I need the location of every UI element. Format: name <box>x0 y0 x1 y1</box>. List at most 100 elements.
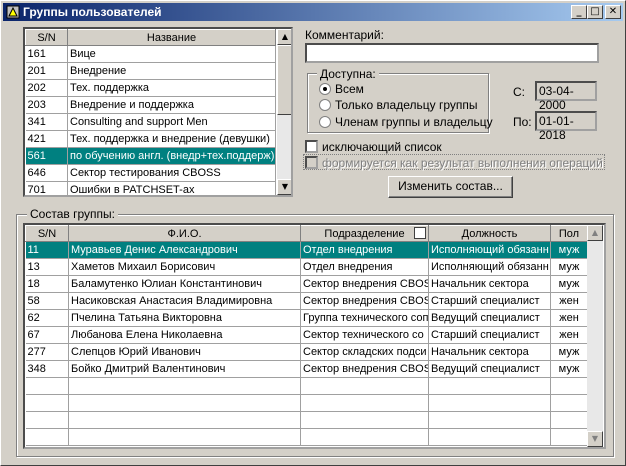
empty-cell <box>300 428 429 446</box>
column-header-dept[interactable]: Подразделение <box>300 225 429 242</box>
exclusive-checkbox[interactable] <box>305 140 318 153</box>
exclusive-label: исключающий список <box>322 140 442 154</box>
title-bar[interactable]: Группы пользователей _ □ ✕ <box>3 3 623 21</box>
cell-name: Тех. поддержка <box>67 79 276 97</box>
cell-name: Любанова Елена Николаевна <box>68 326 301 344</box>
date-to-field[interactable]: 01-01-2018 <box>535 111 597 142</box>
members-legend: Состав группы: <box>27 207 118 221</box>
column-header-position[interactable]: Должность <box>428 225 551 242</box>
radio-owner-label: Только владельцу группы <box>335 98 478 112</box>
table-row[interactable]: 18 Баламутенко Юлиан Константинович Сектор… <box>25 275 588 293</box>
cell-name: Бойко Дмитрий Валентинович <box>68 360 301 378</box>
table-row[interactable]: 203 Внедрение и поддержка <box>25 96 276 114</box>
cell-name: Хаметов Михаил Борисович <box>68 258 301 276</box>
empty-cell <box>550 394 588 412</box>
members-scrollbar[interactable]: ▲ ▼ <box>587 225 603 447</box>
cell-name: Consulting and support Men <box>67 113 276 131</box>
cell-dept: Отдел внедрения <box>300 258 429 276</box>
cell-dept: Сектор внедрения CBOS <box>300 292 429 310</box>
empty-cell <box>428 377 551 395</box>
table-row[interactable]: 11 Муравьев Денис Александрович Отдел внед… <box>25 241 588 259</box>
dept-header-label: Подразделение <box>324 227 405 240</box>
cell-name: Баламутенко Юлиан Константинович <box>68 275 301 293</box>
cell-name: Внедрение и поддержка <box>67 96 276 114</box>
main-window: Группы пользователей _ □ ✕ S/N Название … <box>0 0 626 466</box>
cell-pos: Исполняющий обязанн <box>428 258 551 276</box>
cell-name: Сектор тестирования CBOSS <box>67 164 276 182</box>
comment-label: Комментарий: <box>305 28 384 42</box>
minimize-button[interactable]: _ <box>571 5 587 19</box>
cell-sex: жен <box>550 309 588 327</box>
cell-pos: Исполняющий обязанн <box>428 241 551 259</box>
table-row[interactable]: 201 Внедрение <box>25 62 276 80</box>
radio-members[interactable] <box>319 116 331 128</box>
empty-cell <box>300 377 429 395</box>
cell-name: по обучению англ. (внедр+тех.поддерж) <box>67 147 276 165</box>
table-row[interactable]: 348 Бойко Дмитрий Валентинович Сектор внед… <box>25 360 588 378</box>
radio-all[interactable] <box>319 83 331 95</box>
dept-filter-checkbox[interactable] <box>414 227 426 239</box>
empty-cell <box>550 377 588 395</box>
cell-sn: 341 <box>25 113 68 131</box>
cell-name: Слепцов Юрий Иванович <box>68 343 301 361</box>
scroll-thumb[interactable] <box>277 45 291 115</box>
cell-sex: муж <box>550 360 588 378</box>
close-button[interactable]: ✕ <box>605 5 621 19</box>
cell-sex: муж <box>550 258 588 276</box>
cell-sex: муж <box>550 241 588 259</box>
cell-dept: Сектор складских подси <box>300 343 429 361</box>
cell-sn: 58 <box>25 292 69 310</box>
empty-cell <box>428 394 551 412</box>
cell-dept: Группа технического соп <box>300 309 429 327</box>
computed-checkbox[interactable] <box>305 156 318 169</box>
table-row[interactable]: 277 Слепцов Юрий Иванович Сектор складских… <box>25 343 588 361</box>
table-row[interactable]: 62 Пчелина Татьяна Викторовна Группа техни… <box>25 309 588 327</box>
empty-cell <box>428 411 551 429</box>
date-from-field[interactable]: 03-04-2000 <box>535 81 597 112</box>
table-row[interactable]: 58 Насиковская Анастасия Владимировна Сект… <box>25 292 588 310</box>
column-header-sex[interactable]: Пол <box>550 225 588 242</box>
column-header-sn[interactable]: S/N <box>25 225 69 242</box>
empty-cell <box>550 428 588 446</box>
column-header-fio[interactable]: Ф.И.О. <box>68 225 301 242</box>
column-header-sn[interactable]: S/N <box>25 29 68 46</box>
scroll-down-icon[interactable]: ▼ <box>587 431 603 447</box>
scroll-down-icon[interactable]: ▼ <box>277 179 291 195</box>
cell-sn: 201 <box>25 62 68 80</box>
groups-scrollbar[interactable]: ▲ ▼ <box>277 29 291 195</box>
table-row[interactable]: 161 Вице <box>25 45 276 63</box>
table-row[interactable]: 13 Хаметов Михаил Борисович Отдел внедрени… <box>25 258 588 276</box>
table-row[interactable]: 561 по обучению англ. (внедр+тех.поддерж) <box>25 147 276 165</box>
column-header-name[interactable]: Название <box>67 29 276 46</box>
cell-name: Вице <box>67 45 276 63</box>
scroll-up-icon[interactable]: ▲ <box>277 29 291 45</box>
computed-label: формируется как результат выполнения опе… <box>322 156 603 170</box>
table-row[interactable]: 421 Тех. поддержка и внедрение (девушки) <box>25 130 276 148</box>
table-row[interactable]: 701 Ошибки в PATCHSET-ах <box>25 181 276 195</box>
maximize-button[interactable]: □ <box>587 5 603 19</box>
cell-sex: муж <box>550 343 588 361</box>
cell-sn: 161 <box>25 45 68 63</box>
table-row[interactable]: 341 Consulting and support Men <box>25 113 276 131</box>
radio-owner[interactable] <box>319 99 331 111</box>
cell-sex: жен <box>550 292 588 310</box>
table-row[interactable]: 202 Тех. поддержка <box>25 79 276 97</box>
app-icon <box>6 5 20 19</box>
cell-name: Насиковская Анастасия Владимировна <box>68 292 301 310</box>
cell-dept: Сектор внедрения CBOS <box>300 360 429 378</box>
cell-dept: Отдел внедрения <box>300 241 429 259</box>
comment-input[interactable] <box>305 43 599 63</box>
members-table[interactable]: S/N Ф.И.О. Подразделение Должность Пол 1… <box>23 223 606 449</box>
empty-cell <box>68 428 301 446</box>
cell-sn: 18 <box>25 275 69 293</box>
change-members-button[interactable]: Изменить состав... <box>388 176 513 198</box>
groups-table[interactable]: S/N Название 161 Вице 201 Внедрение 202 Тех. … <box>23 27 293 197</box>
date-from-label: С: <box>513 85 525 99</box>
empty-cell <box>25 394 69 412</box>
cell-name: Муравьев Денис Александрович <box>68 241 301 259</box>
table-row[interactable]: 67 Любанова Елена Николаевна Сектор технич… <box>25 326 588 344</box>
table-row[interactable]: 646 Сектор тестирования CBOSS <box>25 164 276 182</box>
scroll-up-icon[interactable]: ▲ <box>587 225 603 241</box>
cell-name: Ошибки в PATCHSET-ах <box>67 181 276 195</box>
radio-all-label: Всем <box>335 82 364 96</box>
